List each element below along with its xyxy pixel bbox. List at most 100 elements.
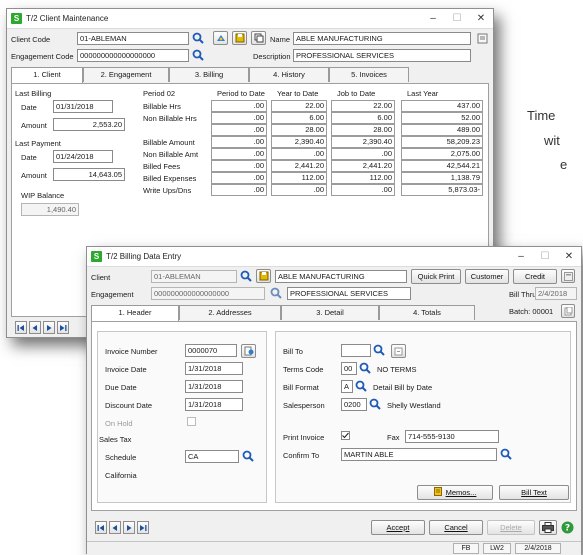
memos-button[interactable]: Memos... (417, 485, 493, 500)
grid-cell: 6.00 (271, 112, 327, 124)
first-record-icon[interactable] (15, 321, 27, 334)
grid-cell: 5,873.03- (401, 184, 483, 196)
tab-billing[interactable]: 3. Billing (169, 67, 249, 82)
maximize-icon[interactable]: ☐ (533, 251, 557, 262)
tab-header[interactable]: 1. Header (91, 305, 179, 321)
client-lookup-icon[interactable] (240, 270, 252, 284)
confirm-to-lookup-icon[interactable] (500, 448, 512, 462)
close-icon[interactable]: ✕ (557, 251, 581, 262)
print-icon[interactable] (539, 520, 557, 535)
salesperson-field[interactable]: 0200 (341, 398, 367, 411)
payment-date-label: Date (21, 153, 37, 162)
client-field[interactable]: 01-ABLEMAN (151, 270, 237, 283)
description-field[interactable]: PROFESSIONAL SERVICES (293, 49, 471, 62)
schedule-desc: California (105, 471, 137, 480)
tab-engagement[interactable]: 2. Engagement (83, 67, 169, 82)
due-date-field[interactable]: 1/31/2018 (185, 380, 243, 393)
schedule-field[interactable]: CA (185, 450, 239, 463)
tab-client[interactable]: 1. Client (11, 67, 83, 83)
bill-format-field[interactable]: A (341, 380, 353, 393)
discount-date-label: Discount Date (105, 401, 153, 410)
notes-icon[interactable] (477, 33, 488, 46)
sales-tax-label: Sales Tax (99, 435, 132, 444)
grid-row-label: Non Billable Hrs (143, 114, 197, 123)
bill-to-field[interactable] (341, 344, 371, 357)
minimize-icon[interactable]: – (509, 251, 533, 262)
customer-button[interactable]: Customer (465, 269, 509, 284)
client-name-field: ABLE MANUFACTURING (275, 270, 407, 283)
schedule-lookup-icon[interactable] (242, 450, 254, 464)
client-lookup-icon[interactable] (192, 32, 204, 46)
fax-field[interactable]: 714-555-9130 (405, 430, 499, 443)
grid-header: Last Year (407, 89, 439, 98)
copy-icon[interactable] (251, 31, 266, 45)
confirm-to-field[interactable]: MARTIN ABLE (341, 448, 497, 461)
batch-icon[interactable] (561, 304, 575, 318)
next-record-icon[interactable] (123, 521, 135, 534)
terms-lookup-icon[interactable] (359, 362, 371, 376)
tab-detail[interactable]: 3. Detail (281, 305, 379, 320)
credit-button[interactable]: Credit (513, 269, 557, 284)
quick-print-button[interactable]: Quick Print (411, 269, 461, 284)
last-payment-label: Last Payment (15, 139, 61, 148)
grid-cell: 58,209.23 (401, 136, 483, 148)
wip-balance-label: WIP Balance (21, 191, 65, 200)
engagement-code-field[interactable]: 000000000000000000 (77, 49, 189, 62)
grid-cell: 437.00 (401, 100, 483, 112)
maint-title: T/2 Client Maintenance (26, 14, 109, 23)
save-icon[interactable] (232, 31, 247, 45)
bill-text-button[interactable]: Bill Text (499, 485, 569, 500)
bill-to-detail-icon[interactable] (391, 344, 406, 358)
accept-button[interactable]: Accept (371, 520, 425, 535)
grid-cell: 2,390.40 (271, 136, 327, 148)
next-record-icon[interactable] (43, 321, 55, 334)
terms-code-field[interactable]: 00 (341, 362, 357, 375)
grid-row-label: Billed Expenses (143, 174, 197, 183)
next-invoice-icon[interactable] (241, 344, 256, 358)
client-code-field[interactable]: 01-ABLEMAN (77, 32, 189, 45)
status-company: FB (453, 543, 479, 554)
billing-amount-label: Amount (21, 121, 47, 130)
last-billing-label: Last Billing (15, 89, 52, 98)
cancel-button[interactable]: Cancel (429, 520, 483, 535)
on-hold-checkbox[interactable] (187, 417, 196, 426)
tab-invoices[interactable]: 5. Invoices (329, 67, 409, 82)
tab-addresses[interactable]: 2. Addresses (179, 305, 281, 320)
engagement-field[interactable]: 000000000000000000 (151, 287, 265, 300)
calculator-icon[interactable] (561, 269, 575, 283)
tab-totals[interactable]: 4. Totals (379, 305, 475, 320)
close-icon[interactable]: ✕ (469, 13, 493, 24)
first-record-icon[interactable] (95, 521, 107, 534)
grid-cell: .00 (331, 148, 395, 160)
help-icon[interactable]: ? (561, 521, 574, 536)
side-text-1: Time (527, 108, 556, 123)
print-invoice-checkbox[interactable] (341, 431, 350, 440)
engagement-lookup-icon[interactable] (270, 287, 282, 301)
invoice-number-field[interactable]: 0000070 (185, 344, 237, 357)
explore-icon[interactable] (213, 31, 228, 45)
maximize-icon[interactable]: ☐ (445, 13, 469, 24)
bill-to-lookup-icon[interactable] (373, 344, 385, 358)
last-record-icon[interactable] (137, 521, 149, 534)
grid-cell: .00 (211, 148, 267, 160)
last-record-icon[interactable] (57, 321, 69, 334)
discount-date-field[interactable]: 1/31/2018 (185, 398, 243, 411)
name-field[interactable]: ABLE MANUFACTURING (293, 32, 471, 45)
minimize-icon[interactable]: – (421, 13, 445, 24)
grid-cell: .00 (271, 184, 327, 196)
billing-date-label: Date (21, 103, 37, 112)
engagement-lookup-icon[interactable] (192, 49, 204, 63)
maint-titlebar: S T/2 Client Maintenance – ☐ ✕ (7, 9, 493, 29)
tab-history[interactable]: 4. History (249, 67, 329, 82)
grid-row-label: Billable Amount (143, 138, 195, 147)
previous-record-icon[interactable] (29, 321, 41, 334)
previous-record-icon[interactable] (109, 521, 121, 534)
bill-thru-field: 2/4/2018 (535, 287, 577, 300)
delete-button[interactable]: Delete (487, 520, 535, 535)
salesperson-lookup-icon[interactable] (369, 398, 381, 412)
save-icon[interactable] (256, 269, 271, 283)
invoice-date-field[interactable]: 1/31/2018 (185, 362, 243, 375)
grid-cell: 52.00 (401, 112, 483, 124)
grid-cell: .00 (271, 148, 327, 160)
bill-format-lookup-icon[interactable] (355, 380, 367, 394)
